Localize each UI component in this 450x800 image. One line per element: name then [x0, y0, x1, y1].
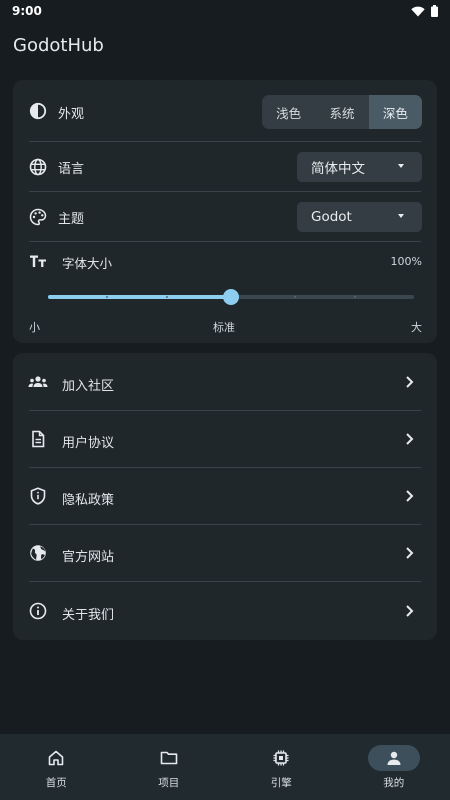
- status-bar: 9:00: [0, 0, 450, 22]
- nav-pill: [255, 745, 307, 771]
- slider-fill: [48, 295, 231, 299]
- link-label: 隐私政策: [62, 493, 115, 508]
- theme-label: 主题: [58, 212, 85, 227]
- slider-tick: [106, 296, 108, 298]
- dropdown-caret-icon: [398, 214, 404, 218]
- shield-icon: [30, 487, 46, 505]
- nav-item-engine[interactable]: 引擎: [225, 734, 338, 800]
- chevron-right-icon: [406, 547, 414, 559]
- slider-tick: [294, 296, 296, 298]
- theme-dropdown[interactable]: Godot: [297, 202, 422, 232]
- nav-pill-active: [367, 745, 420, 771]
- font-size-max-label: 大: [411, 321, 422, 334]
- nav-pill: [143, 745, 195, 771]
- font-size-slider[interactable]: [48, 289, 414, 305]
- nav-label: 引擎: [270, 777, 292, 789]
- slider-tick: [354, 296, 356, 298]
- link-label: 用户协议: [62, 436, 115, 451]
- person-icon: [387, 751, 401, 765]
- document-icon: [32, 430, 45, 448]
- status-time: 9:00: [12, 4, 42, 18]
- font-size-label: 字体大小: [62, 256, 113, 271]
- globe-icon: [29, 158, 47, 176]
- language-row: 语言 简体中文: [13, 142, 437, 192]
- link-label: 加入社区: [62, 379, 115, 394]
- wifi-icon: [411, 6, 425, 16]
- link-label: 官方网站: [62, 550, 115, 565]
- groups-icon: [28, 376, 48, 387]
- text-size-icon: [30, 255, 46, 267]
- app-bar: GodotHub: [0, 22, 450, 68]
- font-size-min-label: 小: [29, 321, 40, 334]
- font-size-mid-label: 标准: [213, 321, 235, 334]
- font-size-row: 字体大小 100% 小 标准 大: [13, 242, 437, 343]
- status-icons: [411, 5, 438, 17]
- link-user-agreement[interactable]: 用户协议: [13, 411, 437, 467]
- slider-tick: [166, 296, 168, 298]
- chevron-right-icon: [406, 605, 414, 617]
- home-icon: [48, 750, 64, 766]
- palette-icon: [29, 208, 47, 226]
- appearance-option-light[interactable]: 浅色: [262, 95, 315, 129]
- appearance-segmented-control: 浅色 系统 深色: [262, 95, 422, 129]
- bottom-navigation: 首页 项目 引擎 我的: [0, 734, 450, 800]
- link-about-us[interactable]: 关于我们: [13, 582, 437, 640]
- nav-item-home[interactable]: 首页: [0, 734, 113, 800]
- app-title: GodotHub: [13, 34, 104, 56]
- link-privacy-policy[interactable]: 隐私政策: [13, 468, 437, 524]
- nav-label: 项目: [158, 777, 180, 789]
- link-label: 关于我们: [62, 608, 115, 623]
- appearance-option-system[interactable]: 系统: [315, 95, 368, 129]
- settings-card: 外观 浅色 系统 深色 语言 简体中文 主题 Godot 字体大小 100% 小…: [13, 80, 437, 343]
- globe-icon: [30, 545, 46, 561]
- slider-thumb[interactable]: [223, 289, 239, 305]
- theme-row: 主题 Godot: [13, 192, 437, 242]
- language-dropdown[interactable]: 简体中文: [297, 152, 422, 182]
- chevron-right-icon: [406, 490, 414, 502]
- appearance-row: 外观 浅色 系统 深色: [13, 80, 437, 142]
- link-official-website[interactable]: 官方网站: [13, 525, 437, 581]
- dropdown-caret-icon: [398, 164, 404, 168]
- nav-item-projects[interactable]: 项目: [113, 734, 226, 800]
- nav-label: 我的: [383, 777, 405, 789]
- nav-label: 首页: [45, 777, 67, 789]
- info-icon: [29, 602, 47, 620]
- links-card: 加入社区 用户协议 隐私政策 官方网站 关于我们: [13, 353, 437, 640]
- folder-icon: [160, 751, 178, 765]
- font-size-value: 100%: [390, 255, 422, 268]
- battery-icon: [431, 5, 438, 17]
- theme-value: Godot: [311, 209, 352, 225]
- chip-icon: [273, 750, 289, 766]
- chevron-right-icon: [406, 376, 414, 388]
- nav-item-profile[interactable]: 我的: [338, 734, 450, 800]
- link-join-community[interactable]: 加入社区: [13, 353, 437, 410]
- appearance-label: 外观: [58, 107, 85, 122]
- nav-pill: [30, 745, 82, 771]
- chevron-right-icon: [406, 433, 414, 445]
- contrast-icon: [29, 102, 47, 120]
- appearance-option-dark[interactable]: 深色: [368, 95, 422, 129]
- language-label: 语言: [58, 162, 85, 177]
- language-value: 简体中文: [311, 161, 365, 177]
